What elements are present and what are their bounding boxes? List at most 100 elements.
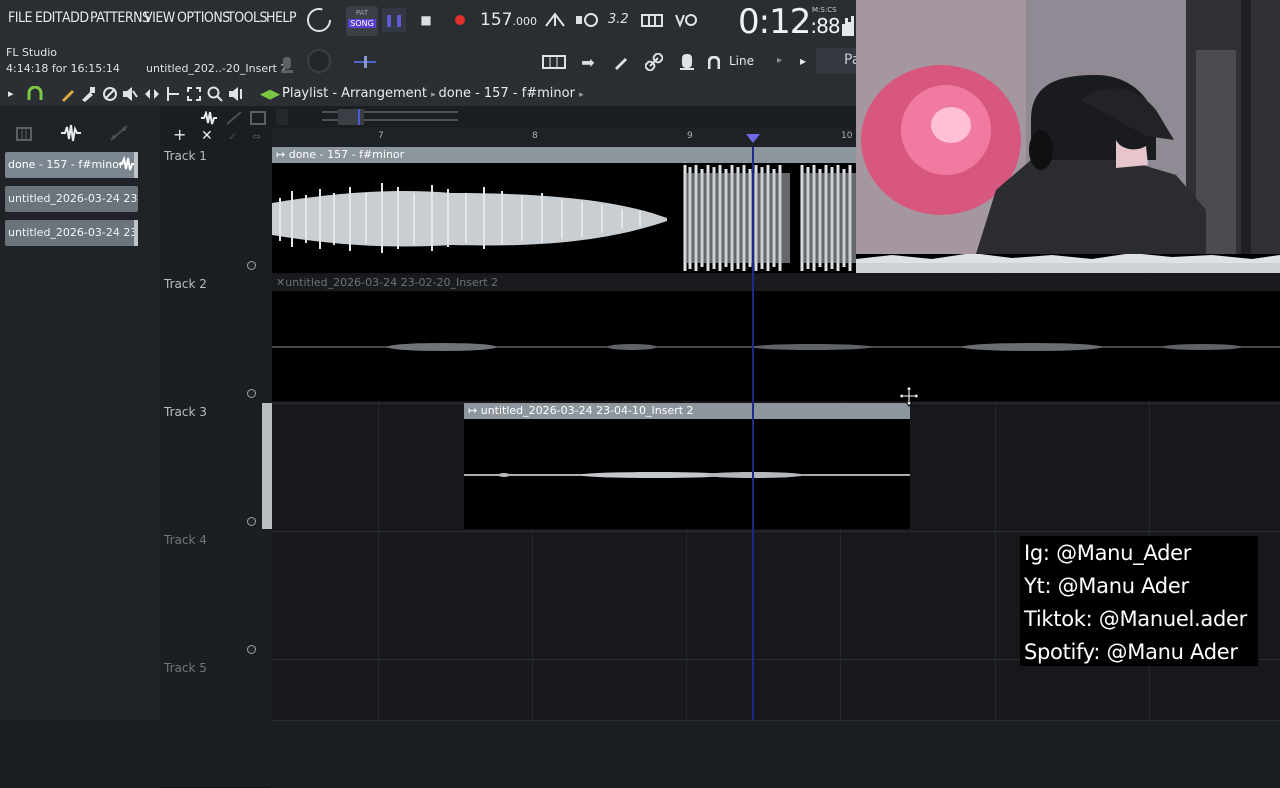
social-youtube: Yt: @Manu Ader [1024, 574, 1189, 598]
tempo-decimal: .000 [512, 15, 537, 28]
step-display[interactable]: 3.2 [608, 12, 629, 27]
menu-options[interactable]: OPTIONS [177, 10, 230, 26]
pat-label: PAT [355, 9, 369, 17]
tempo-display[interactable]: 157.000 [480, 10, 537, 30]
audio-clip[interactable]: ↦ untitled_2026-03-24 23-04-10_Insert 2 [464, 403, 910, 529]
plugin-picker-icon[interactable] [609, 50, 633, 74]
clip-list-item[interactable]: untitled_2026-03-24 23-... [5, 220, 138, 246]
menu-view[interactable]: VIEW [144, 10, 175, 26]
piano-roll-icon[interactable] [542, 50, 566, 74]
typing-keyboard-icon[interactable] [641, 8, 665, 32]
clip-header[interactable]: ✕untitled_2026-03-24 23-02-20_Insert 2 [272, 275, 1280, 291]
clip-list-item[interactable]: untitled_2026-03-24 23-... [5, 186, 138, 212]
timeline-overview[interactable] [272, 106, 856, 128]
time-units-label: M:S:CS [812, 6, 837, 14]
track-selected-strip [262, 403, 272, 529]
pat-song-toggle[interactable]: PAT SONG [346, 6, 378, 36]
select-tool-icon[interactable] [186, 86, 202, 102]
clip-expand-icon[interactable]: ↦ [276, 148, 289, 161]
track-header[interactable] [160, 403, 270, 532]
clip-expand-icon[interactable]: ↦ [468, 404, 481, 417]
playlist-play-icon[interactable]: ◀▶ [260, 87, 280, 102]
track-mute-toggle[interactable] [247, 389, 256, 398]
clip-waveform [464, 472, 910, 478]
track-header[interactable] [160, 275, 270, 404]
ruler-bar-8: 8 [532, 131, 538, 141]
playlist-title: Playlist - Arrangement [282, 86, 427, 101]
clip-title: done - 157 - f#minor [288, 148, 405, 161]
resize-icon[interactable]: ⇔ [252, 130, 261, 143]
track-header[interactable] [160, 659, 270, 788]
clip-list-color-strip [134, 220, 138, 246]
menu-file[interactable]: FILE [8, 10, 32, 26]
clip-list-label: untitled_2026-03-24 23-... [8, 226, 138, 239]
menu-help[interactable]: HELP [266, 10, 297, 26]
menu-add[interactable]: ADD [62, 10, 89, 26]
track-piano-icon[interactable] [250, 110, 266, 125]
metronome-icon[interactable] [543, 8, 567, 32]
mute-tool-icon[interactable] [122, 86, 138, 102]
mixer-icon[interactable] [675, 50, 699, 74]
slice-tool-icon[interactable] [165, 86, 181, 102]
menu-patterns[interactable]: PATTERNS [90, 10, 150, 26]
track-header[interactable] [160, 147, 270, 276]
tempo-value: 157 [480, 10, 513, 30]
pitch-slider-icon[interactable] [352, 54, 378, 70]
time-sub: :88 [810, 14, 840, 38]
pattern-selector[interactable]: Pa [816, 48, 860, 74]
clip-header[interactable]: ↦ untitled_2026-03-24 23-04-10_Insert 2 [464, 403, 910, 419]
close-x-icon[interactable]: ✕ [201, 128, 213, 144]
paint-brush-icon[interactable] [80, 86, 96, 102]
clip-close-icon[interactable]: ✕ [276, 276, 285, 289]
webcam-overlay [856, 0, 1280, 254]
snap-dropdown-icon[interactable]: ▸ [777, 55, 782, 66]
track-automation-icon[interactable] [226, 110, 242, 125]
record-button[interactable] [448, 8, 472, 32]
track-name: Track 5 [164, 661, 207, 675]
playback-tool-icon[interactable] [228, 86, 244, 102]
magnet-icon[interactable] [707, 55, 721, 69]
audio-clips-icon[interactable] [60, 124, 82, 142]
next-icon[interactable]: ▸ [800, 54, 806, 68]
check-icon[interactable]: ✓ [228, 130, 237, 143]
master-pitch-knob[interactable] [304, 46, 334, 76]
track-audio-icon[interactable] [200, 109, 218, 125]
social-instagram: Ig: @Manu_Ader [1024, 541, 1192, 565]
stop-icon[interactable]: ■ [414, 8, 438, 32]
link-icon[interactable] [642, 50, 666, 74]
snap-mode-label[interactable]: Line [729, 54, 754, 68]
hint-app-name: FL Studio [6, 46, 57, 59]
track-header[interactable] [160, 531, 270, 660]
menu-edit[interactable]: EDIT [35, 10, 63, 26]
playhead-marker-icon[interactable] [746, 129, 760, 143]
track-name: Track 4 [164, 533, 207, 547]
master-volume-knob[interactable] [305, 6, 333, 34]
track-mute-toggle[interactable] [247, 645, 256, 654]
zoom-tool-icon[interactable] [207, 86, 223, 102]
snap-magnet-icon[interactable] [27, 85, 43, 102]
add-clip-icon[interactable]: + [173, 125, 186, 144]
track-mute-toggle[interactable] [247, 517, 256, 526]
track-lane[interactable] [272, 659, 1280, 721]
song-label: SONG [348, 19, 376, 28]
cpu-meter-icon [842, 14, 856, 36]
loop-record-icon[interactable] [674, 8, 698, 32]
ruler-bar-9: 9 [687, 131, 693, 141]
track-mute-toggle[interactable] [247, 261, 256, 270]
arrow-right-icon[interactable]: ➡ [576, 50, 600, 74]
pause-icon[interactable]: ❚❚ [382, 8, 406, 32]
clip-waveform [272, 343, 1280, 351]
move-cursor-icon [898, 385, 920, 407]
hint-selection: untitled_202..-20_Insert 2 [146, 62, 288, 75]
audio-clip[interactable]: ✕untitled_2026-03-24 23-02-20_Insert 2 [272, 275, 1280, 401]
wait-record-icon[interactable] [575, 8, 599, 32]
breadcrumb-pattern[interactable]: done - 157 - f#minor [439, 86, 575, 101]
clip-title: untitled_2026-03-24 23-02-20_Insert 2 [285, 276, 499, 289]
automation-clips-icon[interactable] [110, 125, 128, 141]
slip-tool-icon[interactable] [144, 86, 160, 102]
playlist-menu-arrow-icon[interactable]: ▸ [8, 87, 14, 100]
delete-tool-icon[interactable] [102, 86, 118, 102]
menu-tools[interactable]: TOOLS [227, 10, 268, 26]
draw-pencil-icon[interactable] [60, 86, 76, 102]
piano-clips-icon[interactable] [16, 126, 32, 141]
